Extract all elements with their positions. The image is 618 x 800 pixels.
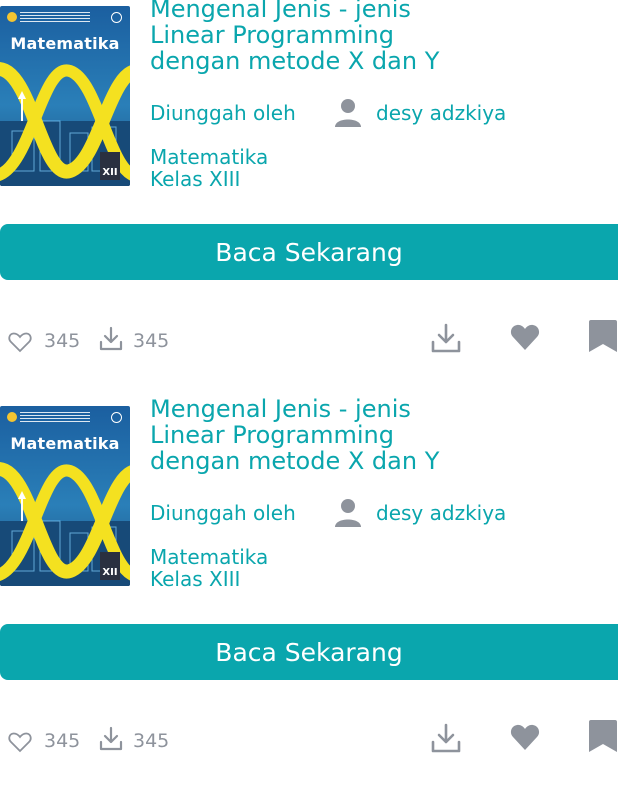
download-button-icon[interactable] <box>431 323 461 353</box>
uploaded-by-label: Diunggah oleh <box>150 501 296 525</box>
book-title-line: Linear Programming <box>150 421 394 449</box>
ministry-text-lines <box>20 412 90 422</box>
book-title-line: dengan metode X dan Y <box>150 47 440 75</box>
user-icon <box>335 99 361 127</box>
author-name[interactable]: desy adzkiya <box>376 501 506 525</box>
book-title-line: Linear Programming <box>150 21 394 49</box>
book-title-line: Mengenal Jenis - jenis <box>150 395 411 423</box>
download-button-icon[interactable] <box>431 723 461 753</box>
read-now-button[interactable]: Baca Sekarang <box>0 624 618 680</box>
grade-label: Kelas XIII <box>150 167 241 191</box>
uploaded-by-label: Diunggah oleh <box>150 101 296 125</box>
book-meta: Matematika Kelas XIII <box>150 546 268 590</box>
like-count: 345 <box>44 330 81 352</box>
heart-filled-icon[interactable] <box>510 323 540 351</box>
cover-title: Matematika <box>10 34 120 53</box>
ministry-logo <box>7 412 17 422</box>
book-meta: Matematika Kelas XIII <box>150 146 268 190</box>
ministry-text-lines <box>20 12 90 22</box>
book-title-line: dengan metode X dan Y <box>150 447 440 475</box>
book-cover[interactable]: Matematika XII <box>0 6 130 186</box>
book-title[interactable]: Mengenal Jenis - jenis Linear Programmin… <box>150 0 480 74</box>
download-icon[interactable] <box>99 326 123 352</box>
read-now-button[interactable]: Baca Sekarang <box>0 224 618 280</box>
bookmark-icon[interactable] <box>586 319 618 353</box>
download-icon[interactable] <box>99 726 123 752</box>
download-count: 345 <box>133 330 170 352</box>
book-card[interactable]: Matematika XII Mengenal Jenis - jenis Li… <box>0 396 618 800</box>
book-cover[interactable]: Matematika XII <box>0 406 130 586</box>
bookmark-icon[interactable] <box>586 719 618 753</box>
heart-outline-icon[interactable] <box>8 331 32 353</box>
cover-title: Matematika <box>10 434 120 453</box>
cover-corner-mark <box>111 412 122 423</box>
grade-label: Kelas XIII <box>150 567 241 591</box>
like-count: 345 <box>44 730 81 752</box>
subject-label: Matematika <box>150 145 269 169</box>
book-title[interactable]: Mengenal Jenis - jenis Linear Programmin… <box>150 396 480 474</box>
cover-corner-mark <box>111 12 122 23</box>
book-title-line: Mengenal Jenis - jenis <box>150 0 411 23</box>
heart-filled-icon[interactable] <box>510 723 540 751</box>
ministry-logo <box>7 12 17 22</box>
cover-grade-badge: XII <box>100 152 120 180</box>
cover-grade-badge: XII <box>100 552 120 580</box>
user-icon <box>335 499 361 527</box>
author-name[interactable]: desy adzkiya <box>376 101 506 125</box>
heart-outline-icon[interactable] <box>8 731 32 753</box>
book-card[interactable]: Matematika XII Mengenal Jenis - jenis Li… <box>0 0 618 400</box>
subject-label: Matematika <box>150 545 269 569</box>
download-count: 345 <box>133 730 170 752</box>
